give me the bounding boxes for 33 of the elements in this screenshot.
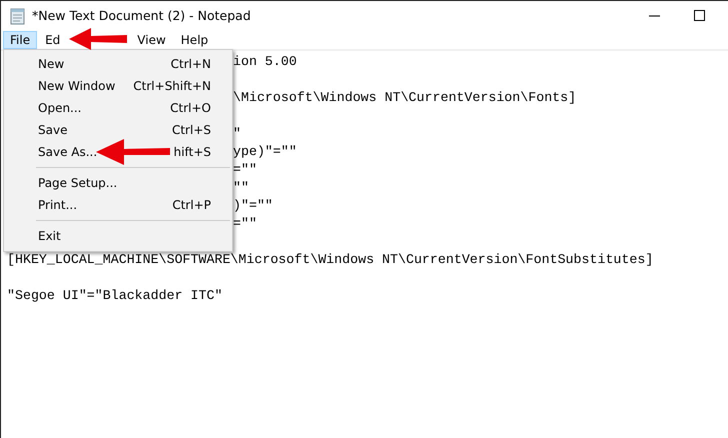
menu-option[interactable]: New Window xyxy=(38,79,116,93)
menu-item[interactable]: File xyxy=(3,30,38,48)
menu-item[interactable]: Help xyxy=(174,30,216,48)
menu-item[interactable]: View xyxy=(130,30,173,48)
maximize-icon[interactable] xyxy=(694,10,705,21)
minimize-icon[interactable] xyxy=(649,14,660,16)
text-line: ype)"="" xyxy=(233,144,297,159)
shortcut-text: Ctrl+P xyxy=(172,198,211,212)
text-line: [HKEY_LOCAL_MACHINE\SOFTWARE\Microsoft\Windows NT\CurrentVersion\FontSubstitutes] xyxy=(7,252,654,267)
menu-option[interactable]: Page Setup... xyxy=(38,176,118,190)
menu-option[interactable]: Save xyxy=(38,123,68,137)
text-line: \Microsoft\Windows NT\CurrentVersion\Fonts] xyxy=(233,90,576,105)
window-title: *New Text Document (2) - Notepad xyxy=(32,8,252,23)
menu-option[interactable]: Exit xyxy=(38,229,61,243)
menu-option[interactable]: Print... xyxy=(38,198,78,212)
text-line: ="" xyxy=(233,216,257,231)
menu-option[interactable]: Open... xyxy=(38,101,82,115)
text-line: "Segoe UI"="Blackadder ITC" xyxy=(7,288,222,303)
shortcut-text: Ctrl+O xyxy=(170,101,211,115)
notepad-icon xyxy=(10,6,26,24)
shortcut-text: Ctrl+Shift+N xyxy=(133,79,211,93)
text-line: " xyxy=(233,126,241,141)
menu-item[interactable]: Ed xyxy=(38,30,68,48)
text-line: )"="" xyxy=(233,198,273,213)
menu-option[interactable]: Save As... xyxy=(38,145,98,159)
shortcut-text: Ctrl+N xyxy=(170,57,211,71)
shortcut-text: Ctrl+S xyxy=(172,123,211,137)
text-line: "" xyxy=(233,180,249,195)
pointer-arrow xyxy=(69,28,127,50)
text-line: ion 5.00 xyxy=(233,54,297,69)
text-line: ="" xyxy=(233,162,257,177)
menu-option[interactable]: New xyxy=(38,57,64,71)
shortcut-text: hift+S xyxy=(174,145,211,159)
